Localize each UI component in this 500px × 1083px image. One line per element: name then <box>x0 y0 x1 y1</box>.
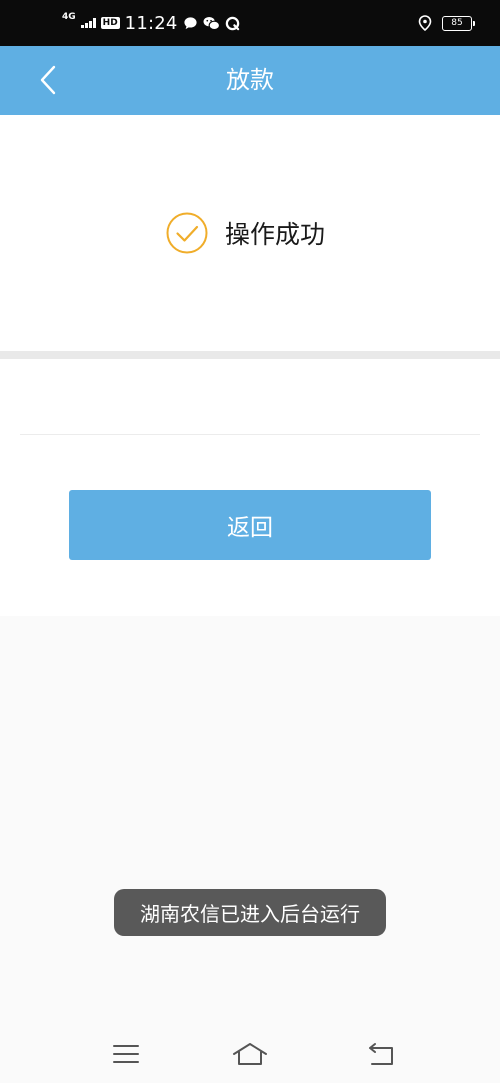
qq-browser-icon <box>225 16 240 31</box>
home-icon <box>233 1043 267 1065</box>
nav-bar: 放款 <box>0 46 500 115</box>
signal-icon <box>80 18 96 28</box>
battery-icon: 85 <box>442 15 475 31</box>
check-circle-icon <box>166 212 208 254</box>
hd-badge: HD <box>100 17 120 29</box>
system-navigation-bar <box>0 1025 500 1083</box>
section-divider <box>0 351 500 359</box>
menu-icon <box>113 1045 139 1063</box>
background-running-toast: 湖南农信已进入后台运行 <box>114 889 386 936</box>
result-row: 操作成功 <box>165 211 325 255</box>
back-nav-button[interactable] <box>362 1039 402 1069</box>
status-bar: 4G HD 11:24 85 <box>0 0 500 46</box>
result-message: 操作成功 <box>225 220 326 249</box>
page-title: 放款 <box>226 66 274 94</box>
network-type: 4G <box>62 11 76 22</box>
wechat-icon <box>203 16 220 31</box>
status-left: 4G HD 11:24 <box>62 0 240 46</box>
battery-level: 85 <box>451 18 463 28</box>
clock: 11:24 <box>124 12 178 34</box>
result-section: 操作成功 <box>0 115 500 351</box>
menu-button[interactable] <box>106 1039 146 1069</box>
location-icon <box>418 15 432 31</box>
home-button[interactable] <box>230 1039 270 1069</box>
action-section: 返回 <box>0 359 500 616</box>
divider-line <box>20 434 480 435</box>
back-icon <box>369 1043 393 1065</box>
chat-bubble-icon <box>183 16 198 31</box>
status-right: 85 <box>418 0 475 46</box>
return-button[interactable]: 返回 <box>69 490 431 560</box>
